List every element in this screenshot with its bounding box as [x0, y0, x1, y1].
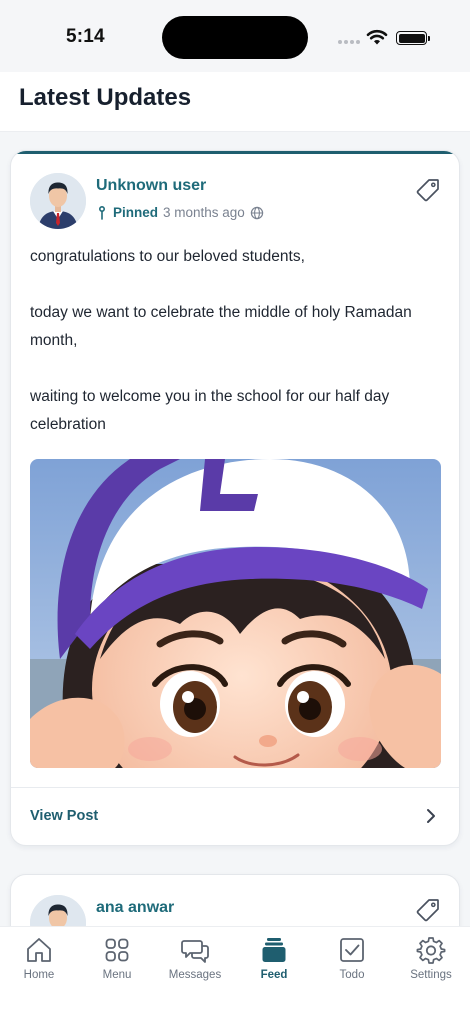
status-bar: 5:14 — [0, 0, 470, 72]
tag-icon[interactable] — [415, 897, 441, 923]
tab-label: Messages — [168, 969, 222, 981]
tag-icon[interactable] — [415, 177, 441, 203]
gear-icon — [416, 937, 446, 964]
card-divider — [11, 787, 459, 788]
post-image[interactable] — [30, 459, 441, 768]
tab-label: Feed — [260, 969, 288, 981]
home-icon — [27, 938, 51, 962]
post-timestamp: 3 months ago — [163, 205, 245, 220]
post-body: congratulations to our beloved students,… — [30, 243, 440, 439]
globe-icon — [250, 206, 264, 219]
tab-home[interactable]: Home — [4, 935, 74, 991]
signal-icon — [338, 40, 360, 44]
chat-icon — [181, 940, 209, 963]
avatar — [30, 173, 86, 229]
post-card[interactable]: ana anwar — [10, 874, 460, 926]
dynamic-island — [162, 16, 308, 59]
tab-label: Home — [23, 969, 55, 981]
wifi-icon — [366, 29, 388, 45]
tab-label: Menu — [102, 969, 132, 981]
tab-feed[interactable]: Feed — [239, 935, 309, 991]
feed-list[interactable]: Unknown user Pinned 3 months ago congrat… — [0, 132, 470, 926]
battery-icon — [396, 31, 430, 45]
tab-todo[interactable]: Todo — [317, 935, 387, 991]
tab-label: Settings — [410, 969, 452, 981]
pinned-label: Pinned — [113, 205, 159, 220]
feed-icon — [262, 938, 286, 962]
chevron-right-icon[interactable] — [423, 807, 439, 825]
checkbox-icon — [340, 938, 364, 962]
view-post-link[interactable]: View Post — [30, 808, 98, 824]
post-author[interactable]: Unknown user — [96, 177, 206, 195]
tab-menu[interactable]: Menu — [82, 935, 152, 991]
pin-icon — [99, 205, 105, 220]
avatar — [30, 895, 86, 926]
post-paragraph: congratulations to our beloved students, — [30, 248, 305, 265]
post-paragraph: waiting to welcome you in the school for… — [30, 388, 390, 433]
post-author[interactable]: ana anwar — [96, 899, 174, 917]
post-card[interactable]: Unknown user Pinned 3 months ago congrat… — [10, 150, 460, 846]
status-time: 5:14 — [66, 26, 105, 47]
tab-settings[interactable]: Settings — [396, 935, 466, 991]
tab-bar: Home Menu Messages Feed Todo Settings — [0, 926, 470, 1024]
post-paragraph: today we want to celebrate the middle of… — [30, 304, 412, 349]
page-header: Latest Updates — [0, 72, 470, 132]
page-title: Latest Updates — [19, 84, 192, 111]
grid-icon — [105, 938, 129, 962]
post-meta: Pinned 3 months ago — [96, 205, 264, 220]
tab-label: Todo — [339, 969, 365, 981]
tab-messages[interactable]: Messages — [160, 935, 230, 991]
